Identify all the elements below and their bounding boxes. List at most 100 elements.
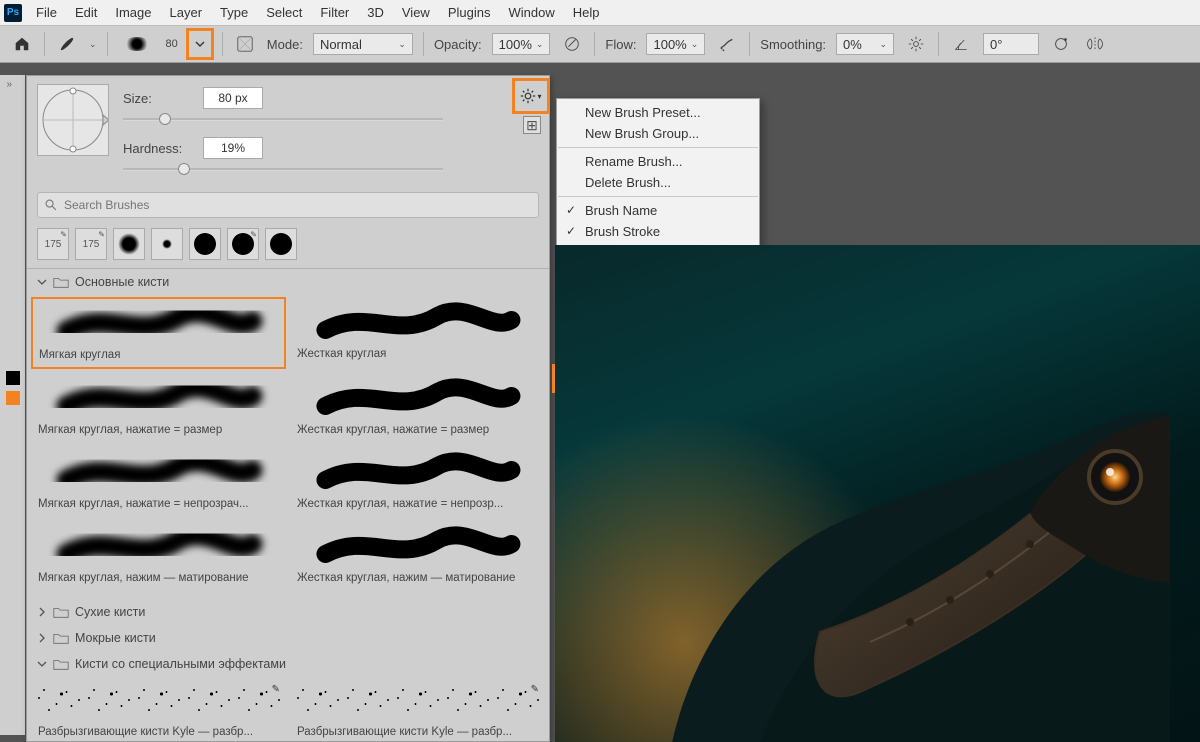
menu-item[interactable]: Brush Stroke <box>557 221 759 242</box>
smoothing-select[interactable]: 0%⌄ <box>836 33 894 55</box>
left-tool-column: » <box>0 75 25 735</box>
folder-label: Основные кисти <box>75 275 169 289</box>
mode-label: Mode: <box>267 37 303 52</box>
separator <box>423 32 424 56</box>
brush-preset[interactable]: ✎Разбрызгивающие кисти Kyle — разбр... <box>31 679 286 738</box>
separator <box>222 32 223 56</box>
smoothing-label: Smoothing: <box>760 37 826 52</box>
folder-dry[interactable]: Сухие кисти <box>27 599 549 625</box>
menu-select[interactable]: Select <box>258 2 310 23</box>
hardness-slider[interactable] <box>123 162 443 178</box>
menu-edit[interactable]: Edit <box>67 2 105 23</box>
separator <box>594 32 595 56</box>
brush-label: Разбрызгивающие кисти Kyle — разбр... <box>291 724 544 738</box>
flow-select[interactable]: 100%⌄ <box>646 33 705 55</box>
chevron-right-icon <box>37 633 47 643</box>
folder-icon <box>53 632 69 645</box>
menu-item[interactable]: New Brush Preset... <box>557 102 759 123</box>
size-input[interactable]: 80 px <box>203 87 263 109</box>
brush-preset[interactable]: Жесткая круглая, нажатие = непрозр... <box>290 447 545 517</box>
recent-brush[interactable]: 175✎ <box>37 228 69 260</box>
size-slider[interactable] <box>123 112 443 128</box>
brush-preview-swatch <box>118 31 156 57</box>
brush-label: Мягкая круглая <box>33 347 284 367</box>
mode-select[interactable]: Normal⌄ <box>313 33 413 55</box>
brush-search[interactable] <box>37 192 539 218</box>
brush-preset-picker-toggle[interactable] <box>188 30 212 58</box>
size-pressure-icon[interactable] <box>1049 32 1073 56</box>
opacity-pressure-icon[interactable] <box>560 32 584 56</box>
flow-value: 100% <box>653 37 686 52</box>
brush-preset[interactable]: Мягкая круглая, нажим — матирование <box>31 521 286 591</box>
menu-item[interactable]: Delete Brush... <box>557 172 759 193</box>
search-icon <box>44 198 58 212</box>
chevron-right-icon <box>37 607 47 617</box>
brush-preset[interactable]: Мягкая круглая, нажатие = непрозрач... <box>31 447 286 517</box>
brush-tool-icon[interactable] <box>55 32 79 56</box>
app-menubar: Ps FileEditImageLayerTypeSelectFilter3DV… <box>0 0 1200 25</box>
folder-wet[interactable]: Мокрые кисти <box>27 625 549 651</box>
menu-item[interactable]: Rename Brush... <box>557 151 759 172</box>
document-canvas[interactable] <box>555 245 1200 742</box>
recent-brush[interactable]: ✎ <box>227 228 259 260</box>
separator <box>938 32 939 56</box>
ps-logo: Ps <box>4 4 22 22</box>
menu-type[interactable]: Type <box>212 2 256 23</box>
folder-icon <box>53 276 69 289</box>
collapse-arrows-icon[interactable]: » <box>7 79 19 99</box>
panel-flyout-gear[interactable]: ▾ <box>514 80 548 112</box>
size-label: Size: <box>123 91 193 106</box>
recent-brush[interactable] <box>265 228 297 260</box>
folder-fx[interactable]: Кисти со специальными эффектами <box>27 651 549 677</box>
recent-brush[interactable] <box>151 228 183 260</box>
smoothing-gear-icon[interactable] <box>904 32 928 56</box>
brush-preset[interactable]: Мягкая круглая <box>31 297 286 369</box>
chevron-down-icon <box>37 659 47 669</box>
hardness-input[interactable]: 19% <box>203 137 263 159</box>
recent-brush[interactable] <box>113 228 145 260</box>
menu-file[interactable]: File <box>28 2 65 23</box>
separator <box>749 32 750 56</box>
menu-separator <box>558 196 758 197</box>
menu-plugins[interactable]: Plugins <box>440 2 499 23</box>
brush-list[interactable]: Основные кисти Мягкая круглая Жесткая кру… <box>27 268 549 738</box>
angle-value: 0° <box>990 37 1002 52</box>
symmetry-icon[interactable] <box>1083 32 1107 56</box>
brush-label: Жесткая круглая <box>291 346 544 366</box>
brush-label: Мягкая круглая, нажатие = непрозрач... <box>32 496 285 516</box>
recent-brushes-row: 175✎ 175✎ ✎ <box>27 224 549 268</box>
brush-settings-icon[interactable] <box>233 32 257 56</box>
airbrush-icon[interactable] <box>715 32 739 56</box>
menu-item[interactable]: New Brush Group... <box>557 123 759 144</box>
opacity-label: Opacity: <box>434 37 482 52</box>
folder-icon <box>53 606 69 619</box>
home-button[interactable] <box>10 32 34 56</box>
recent-brush[interactable]: 175✎ <box>75 228 107 260</box>
swatch-foreground[interactable] <box>6 371 20 385</box>
menu-help[interactable]: Help <box>565 2 608 23</box>
opacity-select[interactable]: 100%⌄ <box>492 33 551 55</box>
menu-image[interactable]: Image <box>107 2 159 23</box>
folder-basic[interactable]: Основные кисти <box>27 269 549 295</box>
brush-preset[interactable]: Жесткая круглая, нажатие = размер <box>290 373 545 443</box>
brush-label: Мягкая круглая, нажатие = размер <box>32 422 285 442</box>
dropdown-caret-icon[interactable]: ⌄ <box>89 39 97 50</box>
swatch-background[interactable] <box>6 391 20 405</box>
menu-filter[interactable]: Filter <box>312 2 357 23</box>
angle-input[interactable]: 0° <box>983 33 1039 55</box>
brush-preset[interactable]: ✎Разбрызгивающие кисти Kyle — разбр... <box>290 679 545 738</box>
new-brush-button[interactable]: ⊞ <box>523 116 541 134</box>
menu-view[interactable]: View <box>394 2 438 23</box>
menu-window[interactable]: Window <box>500 2 562 23</box>
menu-item[interactable]: Brush Name <box>557 200 759 221</box>
menu-3d[interactable]: 3D <box>359 2 392 23</box>
brush-search-input[interactable] <box>64 198 532 212</box>
brush-preset[interactable]: Жесткая круглая <box>290 297 545 369</box>
menu-layer[interactable]: Layer <box>162 2 211 23</box>
recent-brush[interactable] <box>189 228 221 260</box>
brush-tip-preview[interactable] <box>37 84 109 156</box>
brush-preset[interactable]: Мягкая круглая, нажатие = размер <box>31 373 286 443</box>
tool-options-bar: ⌄ 80 Mode: Normal⌄ Opacity: 100%⌄ Flow: … <box>0 25 1200 63</box>
brush-preset[interactable]: Жесткая круглая, нажим — матирование <box>290 521 545 591</box>
flow-label: Flow: <box>605 37 636 52</box>
